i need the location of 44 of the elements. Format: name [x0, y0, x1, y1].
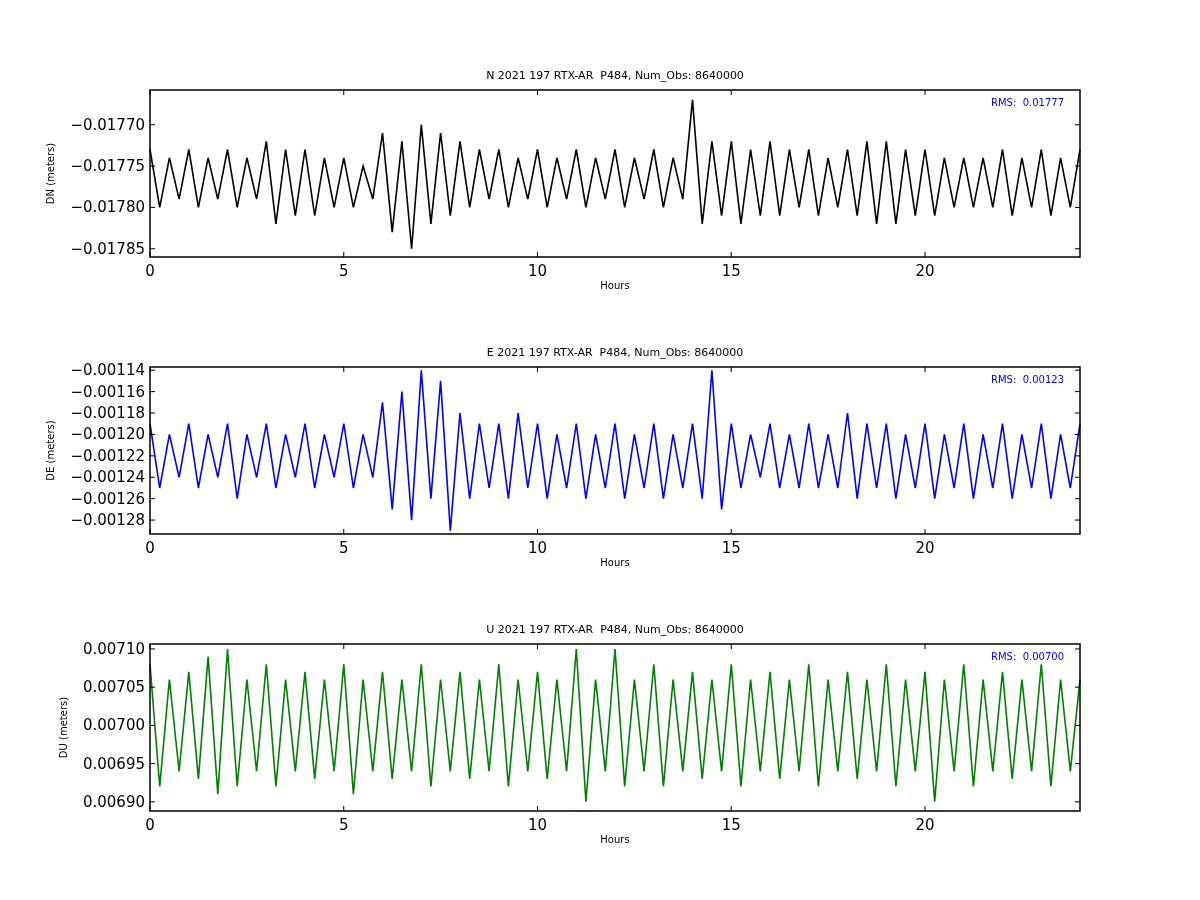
chart-title: U 2021 197 RTX-AR P484, Num_Obs: 8640000 [486, 623, 744, 636]
y-tick-label: −0.01785 [70, 239, 145, 258]
y-tick-label: −0.00116 [70, 382, 145, 401]
y-tick-label: −0.00122 [70, 446, 145, 465]
x-tick-label: 0 [145, 539, 155, 557]
y-tick-label: −0.01780 [70, 198, 145, 217]
x-tick-label: 10 [527, 262, 548, 280]
x-tick-label: 15 [721, 539, 741, 557]
y-tick-label: −0.00118 [70, 404, 145, 423]
y-tick-label: −0.00126 [70, 489, 145, 508]
x-tick-label: 5 [339, 262, 349, 280]
x-tick-label: 5 [339, 539, 349, 557]
y-tick-label: −0.00128 [70, 511, 145, 530]
x-axis-label: Hours [600, 834, 630, 845]
y-tick-label: 0.00690 [82, 792, 145, 811]
x-tick-label: 10 [527, 816, 548, 834]
y-tick-label: 0.00700 [82, 716, 145, 735]
x-tick-label: 15 [721, 262, 741, 280]
rms-annotation: RMS: 0.01777 [991, 97, 1064, 108]
chart-title: E 2021 197 RTX-AR P484, Num_Obs: 8640000 [486, 346, 744, 359]
x-tick-label: 0 [145, 816, 155, 834]
y-axis-label: DE (meters) [45, 420, 56, 481]
x-axis-label: Hours [600, 557, 630, 568]
x-tick-label: 10 [527, 539, 548, 557]
rms-annotation: RMS: 0.00700 [991, 651, 1064, 662]
x-tick-label: 20 [915, 539, 935, 557]
y-tick-label: 0.00705 [82, 678, 145, 697]
y-tick-label: −0.01770 [70, 115, 145, 134]
x-tick-label: 0 [145, 262, 155, 280]
x-axis-label: Hours [600, 280, 630, 291]
y-axis-label: DU (meters) [58, 696, 69, 759]
y-tick-label: 0.00710 [82, 639, 145, 658]
chart-title: N 2021 197 RTX-AR P484, Num_Obs: 8640000 [486, 69, 744, 82]
y-tick-label: −0.00120 [70, 425, 145, 444]
y-tick-label: −0.00114 [70, 361, 145, 380]
y-tick-label: 0.00695 [82, 754, 145, 773]
x-tick-label: 20 [915, 816, 935, 834]
x-tick-label: 20 [915, 262, 935, 280]
y-tick-label: −0.01775 [70, 157, 145, 176]
x-tick-label: 5 [339, 816, 349, 834]
y-tick-label: −0.00124 [70, 468, 145, 487]
y-axis-label: DN (meters) [45, 142, 56, 205]
rms-annotation: RMS: 0.00123 [991, 374, 1064, 385]
x-tick-label: 15 [721, 816, 741, 834]
